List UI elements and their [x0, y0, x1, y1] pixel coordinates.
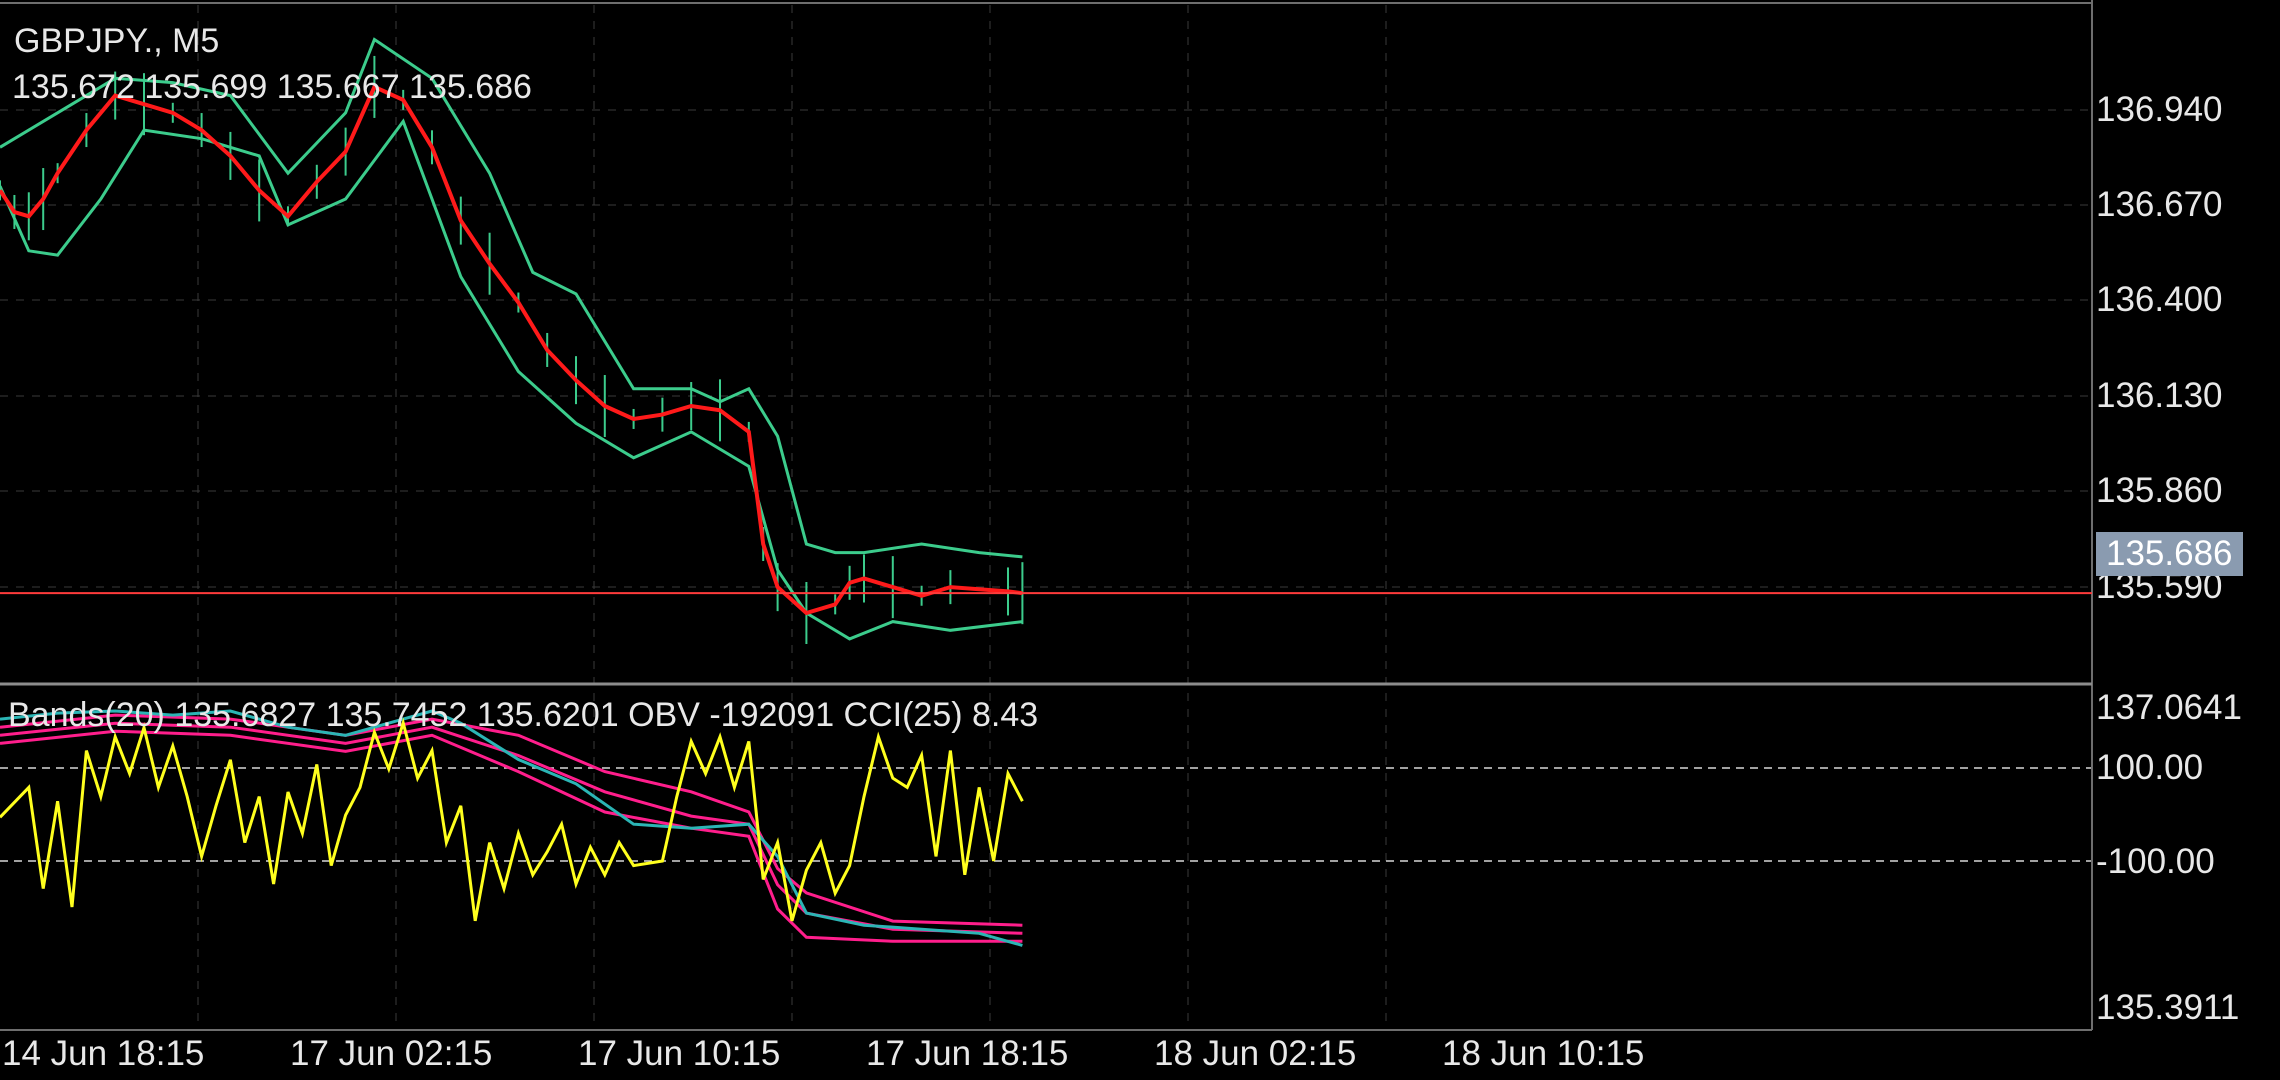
- time-tick: 18 Jun 02:15: [1154, 1034, 1357, 1073]
- time-tick: 17 Jun 10:15: [578, 1034, 781, 1073]
- indicator-legend: Bands(20) 135.6827 135.7452 135.6201 OBV…: [8, 696, 1039, 734]
- indicator-pane-series: [0, 709, 1024, 947]
- price-tick: 136.940: [2096, 90, 2223, 129]
- current-price-badge: 135.686: [2096, 532, 2243, 576]
- cci-level-tick-upper: 100.00: [2096, 748, 2204, 787]
- price-tick: 136.130: [2096, 376, 2223, 415]
- grid-lines: [0, 5, 2092, 1028]
- time-tick: 18 Jun 10:15: [1442, 1034, 1645, 1073]
- price-moving-average: [0, 84, 1023, 616]
- obv-line: [0, 709, 1023, 947]
- price-tick: 136.400: [2096, 280, 2223, 319]
- price-tick: 135.860: [2096, 471, 2223, 510]
- symbol-title: GBPJPY., M5: [14, 22, 220, 60]
- time-tick: 17 Jun 18:15: [866, 1034, 1069, 1073]
- chart-canvas[interactable]: [0, 0, 2280, 1080]
- ohlc-readout: 135.672 135.699 135.667 135.686: [12, 68, 532, 106]
- time-tick: 17 Jun 02:15: [290, 1034, 493, 1073]
- indicator-tick-max: 137.0641: [2096, 688, 2242, 727]
- indicator-band-upper: [0, 713, 1023, 927]
- bollinger-upper-band: [0, 37, 1023, 559]
- price-tick: 136.670: [2096, 185, 2223, 224]
- cci-level-tick-lower: -100.00: [2096, 842, 2215, 881]
- bollinger-lower-band: [0, 118, 1023, 641]
- indicator-tick-min: 135.3911: [2096, 988, 2240, 1027]
- main-pane-series: [0, 37, 1024, 645]
- time-tick: 14 Jun 18:15: [2, 1034, 205, 1073]
